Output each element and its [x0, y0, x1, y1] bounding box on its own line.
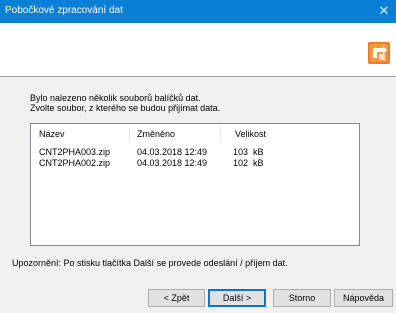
- table-row[interactable]: CNT2PHA003.zip 04.03.2018 12:49 103 kB: [31, 147, 359, 157]
- file-size: 102 kB: [233, 158, 264, 168]
- window-title: Pobočkové zpracování dat: [5, 5, 123, 16]
- next-button[interactable]: Další >: [208, 289, 266, 307]
- wizard-header: [0, 23, 396, 77]
- file-list[interactable]: Název Změněno Velikost CNT2PHA003.zip 04…: [30, 123, 360, 246]
- file-modified: 04.03.2018 12:49: [137, 158, 208, 168]
- column-header-name[interactable]: Název: [39, 128, 65, 141]
- notice-text: Upozornění: Po stisku tlačítka Další se …: [12, 258, 288, 268]
- column-header-size[interactable]: Velikost: [235, 128, 266, 141]
- back-button[interactable]: < Zpět: [148, 289, 205, 307]
- column-header-modified[interactable]: Změněno: [137, 128, 175, 141]
- close-icon[interactable]: ✕: [376, 3, 392, 19]
- cancel-button[interactable]: Storno: [273, 289, 331, 307]
- help-button[interactable]: Nápověda: [334, 289, 393, 307]
- file-name: CNT2PHA002.zip: [39, 158, 111, 168]
- file-modified: 04.03.2018 12:49: [137, 147, 208, 157]
- file-name: CNT2PHA003.zip: [39, 147, 111, 157]
- column-separator[interactable]: [220, 127, 221, 142]
- info-message-line-2: Zvolte soubor, z kterého se budou přijím…: [30, 103, 221, 113]
- title-bar: Pobočkové zpracování dat ✕: [0, 0, 396, 23]
- file-size: 103 kB: [233, 147, 264, 157]
- column-separator[interactable]: [129, 127, 130, 142]
- branch-processing-icon: [368, 42, 390, 64]
- table-row[interactable]: CNT2PHA002.zip 04.03.2018 12:49 102 kB: [31, 158, 359, 168]
